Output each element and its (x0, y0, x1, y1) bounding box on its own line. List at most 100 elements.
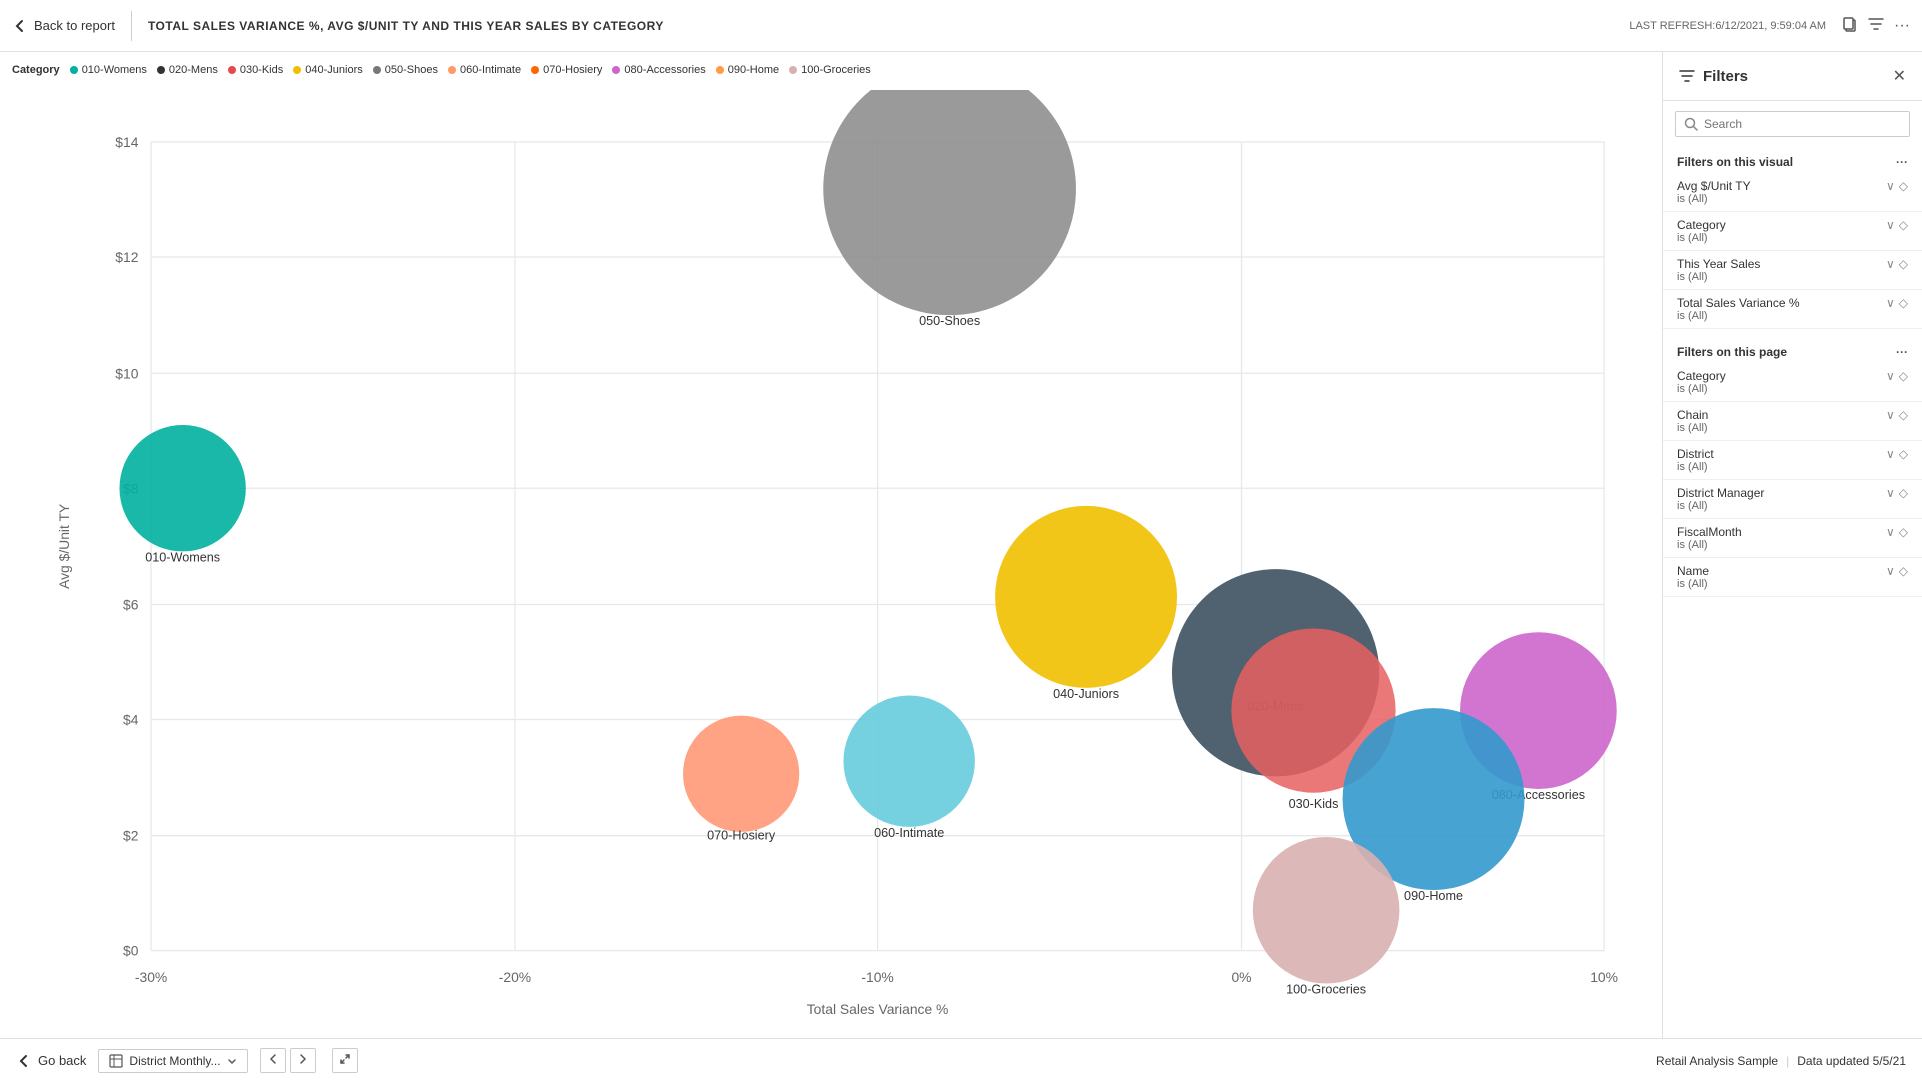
svg-text:$12: $12 (115, 249, 138, 265)
svg-text:Avg $/Unit TY: Avg $/Unit TY (56, 504, 72, 589)
legend: Category 010-Womens 020-Mens 030-Kids 04… (0, 60, 1662, 82)
tab-dropdown-icon (227, 1056, 237, 1066)
legend-item-juniors: 040-Juniors (293, 64, 362, 76)
label-hosiery: 070-Hosiery (707, 828, 776, 842)
back-arrow-icon (12, 18, 28, 34)
legend-dot-shoes (373, 66, 381, 74)
label-kids: 030-Kids (1289, 797, 1339, 811)
filter-expand-icon[interactable]: ∨ (1886, 408, 1895, 422)
legend-dot-kids (228, 66, 236, 74)
filter-clear-icon[interactable]: ◇ (1899, 486, 1908, 500)
svg-text:-20%: -20% (499, 969, 531, 985)
filter-district[interactable]: District ∨ ◇ is (All) (1663, 441, 1922, 480)
top-bar-icons: ··· (1842, 16, 1910, 35)
legend-dot-womens (70, 66, 78, 74)
filter-clear-icon[interactable]: ◇ (1899, 179, 1908, 193)
filter-chain[interactable]: Chain ∨ ◇ is (All) (1663, 402, 1922, 441)
legend-label: Category (12, 64, 60, 76)
page-filters-more[interactable]: ··· (1896, 345, 1908, 359)
chart-wrapper: $14 $12 $10 $8 $6 $4 $2 $0 -30% -20% (0, 82, 1662, 1038)
filter-clear-icon[interactable]: ◇ (1899, 218, 1908, 232)
filter-expand-icon[interactable]: ∨ (1886, 564, 1895, 578)
legend-dot-accessories (612, 66, 620, 74)
copy-icon[interactable] (1842, 16, 1858, 35)
bubble-juniors[interactable] (995, 506, 1177, 688)
legend-item-hosiery: 070-Hosiery (531, 64, 602, 76)
filter-expand-icon[interactable]: ∨ (1886, 296, 1895, 310)
filter-clear-icon[interactable]: ◇ (1899, 564, 1908, 578)
filter-clear-icon[interactable]: ◇ (1899, 525, 1908, 539)
legend-item-shoes: 050-Shoes (373, 64, 438, 76)
filter-expand-icon[interactable]: ∨ (1886, 179, 1895, 193)
expand-icon (339, 1053, 351, 1065)
filter-expand-icon[interactable]: ∨ (1886, 218, 1895, 232)
filter-expand-icon[interactable]: ∨ (1886, 486, 1895, 500)
filter-clear-icon[interactable]: ◇ (1899, 257, 1908, 271)
filter-avg-unit[interactable]: Avg $/Unit TY ∨ ◇ is (All) (1663, 173, 1922, 212)
filter-this-year-sales[interactable]: This Year Sales ∨ ◇ is (All) (1663, 251, 1922, 290)
legend-dot-juniors (293, 66, 301, 74)
filter-expand-icon[interactable]: ∨ (1886, 257, 1895, 271)
label-shoes: 050-Shoes (919, 314, 980, 328)
filter-district-manager[interactable]: District Manager ∨ ◇ is (All) (1663, 480, 1922, 519)
label-juniors: 040-Juniors (1053, 687, 1119, 701)
search-icon (1684, 117, 1698, 131)
expand-button[interactable] (332, 1048, 358, 1073)
filter-clear-icon[interactable]: ◇ (1899, 447, 1908, 461)
legend-dot-groceries (789, 66, 797, 74)
go-back-arrow-icon (16, 1053, 32, 1069)
filter-category-visual[interactable]: Category ∨ ◇ is (All) (1663, 212, 1922, 251)
filter-panel-icon (1679, 68, 1695, 84)
bubble-hosiery[interactable] (683, 716, 799, 832)
nav-prev-button[interactable] (260, 1048, 286, 1073)
tab-icon (109, 1054, 123, 1068)
chart-title: TOTAL SALES VARIANCE %, AVG $/UNIT TY AN… (148, 19, 1613, 33)
bubble-intimate[interactable] (843, 695, 974, 826)
legend-item-kids: 030-Kids (228, 64, 283, 76)
filters-title: Filters (1679, 68, 1748, 85)
filter-clear-icon[interactable]: ◇ (1899, 408, 1908, 422)
svg-text:0%: 0% (1231, 969, 1251, 985)
filter-expand-icon[interactable]: ∨ (1886, 369, 1895, 383)
chart-area: Category 010-Womens 020-Mens 030-Kids 04… (0, 52, 1662, 1038)
filters-panel: Filters ✕ Filters on this visual ··· Avg… (1662, 52, 1922, 1038)
filter-fiscal-month[interactable]: FiscalMonth ∨ ◇ is (All) (1663, 519, 1922, 558)
legend-dot-hosiery (531, 66, 539, 74)
filter-total-sales-variance[interactable]: Total Sales Variance % ∨ ◇ is (All) (1663, 290, 1922, 329)
filter-clear-icon[interactable]: ◇ (1899, 369, 1908, 383)
bubble-shoes[interactable] (823, 90, 1076, 315)
filter-search-box[interactable] (1675, 111, 1910, 137)
go-back-button[interactable]: Go back (16, 1053, 86, 1069)
legend-item-accessories: 080-Accessories (612, 64, 705, 76)
label-groceries: 100-Groceries (1286, 983, 1366, 997)
filter-expand-icon[interactable]: ∨ (1886, 447, 1895, 461)
visual-filters-more[interactable]: ··· (1896, 155, 1908, 169)
svg-text:$10: $10 (115, 365, 138, 381)
filter-expand-icon[interactable]: ∨ (1886, 525, 1895, 539)
divider (131, 11, 132, 41)
more-icon[interactable]: ··· (1894, 17, 1910, 35)
filter-clear-icon[interactable]: ◇ (1899, 296, 1908, 310)
svg-text:10%: 10% (1590, 969, 1618, 985)
filters-scroll: Filters on this visual ··· Avg $/Unit TY… (1663, 147, 1922, 1038)
tab-district-monthly[interactable]: District Monthly... (98, 1049, 247, 1073)
nav-next-button[interactable] (290, 1048, 316, 1073)
svg-text:$0: $0 (123, 943, 139, 959)
bubble-womens[interactable] (119, 425, 245, 551)
legend-item-womens: 010-Womens (70, 64, 147, 76)
svg-text:Total Sales Variance %: Total Sales Variance % (807, 1001, 949, 1015)
filter-search-input[interactable] (1704, 117, 1901, 131)
filter-icon[interactable] (1868, 16, 1884, 35)
filter-category-page[interactable]: Category ∨ ◇ is (All) (1663, 363, 1922, 402)
bubble-groceries[interactable] (1253, 837, 1400, 984)
svg-text:-30%: -30% (135, 969, 167, 985)
back-button[interactable]: Back to report (12, 18, 115, 34)
bottom-bar: Go back District Monthly... Re (0, 1038, 1922, 1082)
top-bar: Back to report TOTAL SALES VARIANCE %, A… (0, 0, 1922, 52)
label-home: 090-Home (1404, 889, 1463, 903)
visual-filters-section: Filters on this visual ··· (1663, 147, 1922, 173)
filters-close-button[interactable]: ✕ (1893, 66, 1906, 86)
svg-text:$2: $2 (123, 828, 139, 844)
last-refresh: LAST REFRESH:6/12/2021, 9:59:04 AM (1629, 20, 1826, 32)
filter-name[interactable]: Name ∨ ◇ is (All) (1663, 558, 1922, 597)
